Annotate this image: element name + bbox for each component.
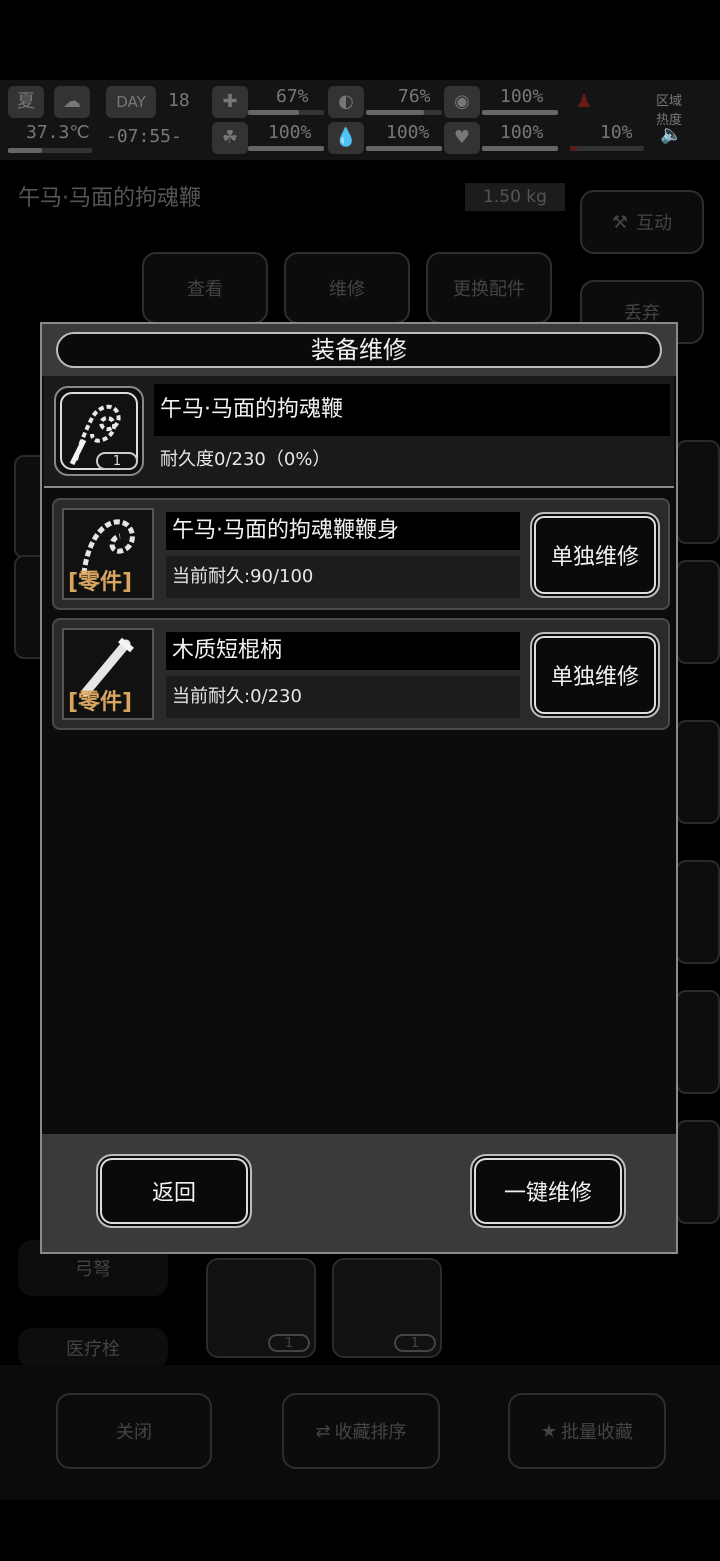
stat-hunger-bar [366, 110, 442, 115]
part-name: 木质短棍柄 [166, 632, 520, 670]
side-card [676, 440, 720, 544]
part-slot: [零件] [62, 508, 154, 600]
item-title: 午马·马面的拘魂鞭 [18, 186, 201, 211]
part-durability: 当前耐久:0/230 [166, 676, 520, 718]
stat-thirst-bar [366, 146, 442, 151]
star-icon: ★ [540, 1420, 558, 1442]
interact-button[interactable]: ⚒ 互动 [580, 190, 704, 254]
stat-thirst: 100% [386, 122, 430, 143]
repair-all-button[interactable]: 一键维修 [470, 1154, 626, 1228]
person-icon: ♟ [575, 91, 593, 112]
stat-heat: 10% [600, 122, 633, 143]
capsule-icon: ◉ [444, 86, 480, 118]
health-kit-icon: ✚ [212, 86, 248, 118]
part-durability: 当前耐久:90/100 [166, 556, 520, 598]
batch-favorite-button[interactable]: ★ 批量收藏 [508, 1393, 666, 1469]
hammer-icon: ⚒ [611, 211, 629, 233]
part-tag: [零件] [68, 570, 133, 595]
item-count-badge: 1 [96, 452, 138, 470]
stat-hunger: 76% [398, 86, 431, 107]
part-row: [零件] 午马·马面的拘魂鞭鞭身 当前耐久:90/100 单独维修 [52, 498, 670, 610]
water-drop-icon: 💧 [328, 122, 364, 154]
inventory-item[interactable]: 1 [206, 1258, 316, 1358]
temperature-bar [8, 148, 92, 153]
side-card [676, 1120, 720, 1224]
tab-replace-parts[interactable]: 更换配件 [426, 252, 552, 324]
stat-health: 67% [276, 86, 309, 107]
stat-medicine: 100% [500, 86, 544, 107]
speaker-icon[interactable]: 🔈 [660, 124, 682, 145]
inventory-item[interactable]: 1 [332, 1258, 442, 1358]
bottom-bar: 关闭 ⇄ 收藏排序 ★ 批量收藏 [0, 1365, 720, 1500]
stat-health-bar [248, 110, 324, 115]
weather-icon: ☁ [54, 86, 90, 118]
stat-mood: 100% [500, 122, 544, 143]
close-button[interactable]: 关闭 [56, 1393, 212, 1469]
clock-label: -07:55- [106, 126, 182, 147]
tab-repair[interactable]: 维修 [284, 252, 410, 324]
category-label[interactable]: 医疗栓 [18, 1328, 168, 1368]
tab-view[interactable]: 查看 [142, 252, 268, 324]
part-name: 午马·马面的拘魂鞭鞭身 [166, 512, 520, 550]
swap-icon: ⇄ [315, 1420, 331, 1442]
part-row: [零件] 木质短棍柄 当前耐久:0/230 单独维修 [52, 618, 670, 730]
stat-sanity: 100% [268, 122, 312, 143]
repair-single-button[interactable]: 单独维修 [530, 632, 660, 718]
item-durability: 耐久度0/230（0%） [160, 449, 331, 470]
part-slot: [零件] [62, 628, 154, 720]
day-badge: DAY [106, 86, 156, 118]
day-number: 18 [168, 90, 190, 111]
favorite-sort-button[interactable]: ⇄ 收藏排序 [282, 1393, 440, 1469]
side-card [676, 560, 720, 664]
status-bar: 夏 ☁ 37.3℃ DAY 18 -07:55- ✚ 67% ◐ 76% ◉ 1… [0, 80, 720, 160]
zone-heat-label: 区域热度 [656, 94, 683, 128]
dialog-title: 装备维修 [56, 332, 662, 368]
main-item-row: 1 午马·马面的拘魂鞭 耐久度0/230（0%） [44, 376, 674, 488]
temperature-label: 37.3℃ [26, 122, 90, 143]
stat-mood-bar [482, 146, 558, 151]
item-name: 午马·马面的拘魂鞭 [154, 384, 670, 436]
back-button[interactable]: 返回 [96, 1154, 252, 1228]
stat-sanity-bar [248, 146, 324, 151]
stomach-icon: ◐ [328, 86, 364, 118]
repair-single-button[interactable]: 单独维修 [530, 512, 660, 598]
item-weight: 1.50 kg [465, 183, 565, 211]
part-tag: [零件] [68, 690, 133, 715]
item-slot[interactable]: 1 [54, 386, 144, 476]
dialog-header: 装备维修 [42, 324, 676, 376]
side-card [676, 860, 720, 964]
season-badge: 夏 [8, 86, 44, 118]
stat-medicine-bar [482, 110, 558, 115]
side-card [676, 990, 720, 1094]
repair-dialog: 装备维修 1 午马·马面的拘魂鞭 耐久度0/230（0%） [零件] 午马·马面… [40, 322, 678, 1254]
dialog-footer: 返回 一键维修 [42, 1134, 676, 1252]
side-card [676, 720, 720, 824]
heart-icon: ♥ [444, 122, 480, 154]
brain-icon: ☘ [212, 122, 248, 154]
stat-heat-bar [570, 146, 644, 151]
